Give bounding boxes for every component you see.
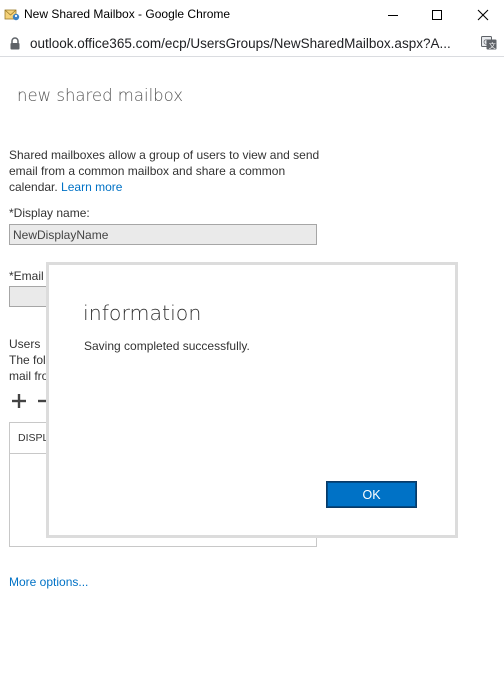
- mailbox-app-icon: [4, 9, 20, 21]
- lock-icon[interactable]: [9, 37, 21, 50]
- display-name-input[interactable]: [9, 224, 317, 245]
- intro-description: Shared mailboxes allow a group of users …: [9, 148, 320, 194]
- translate-icon[interactable]: G 文: [481, 35, 497, 51]
- close-button[interactable]: [460, 0, 504, 29]
- window-title: New Shared Mailbox - Google Chrome: [24, 7, 231, 21]
- learn-more-link[interactable]: Learn more: [61, 180, 122, 194]
- users-column-display-name[interactable]: DISPL: [18, 432, 48, 444]
- minimize-button[interactable]: [370, 0, 416, 29]
- information-dialog: information Saving completed successfull…: [46, 262, 458, 538]
- dialog-title: information: [83, 301, 202, 325]
- dialog-message: Saving completed successfully.: [84, 339, 250, 353]
- more-options-link[interactable]: More options...: [9, 575, 88, 589]
- users-description-line2: mail fro: [9, 369, 49, 383]
- maximize-icon: [432, 9, 442, 20]
- page-title: new shared mailbox: [17, 86, 183, 105]
- add-icon[interactable]: [11, 393, 27, 409]
- users-label: Users: [9, 337, 41, 351]
- maximize-button[interactable]: [414, 0, 460, 29]
- minimize-icon: [388, 14, 398, 16]
- display-name-label: *Display name:: [9, 206, 90, 220]
- window-titlebar: New Shared Mailbox - Google Chrome: [0, 0, 504, 29]
- url-text[interactable]: outlook.office365.com/ecp/UsersGroups/Ne…: [30, 36, 470, 51]
- svg-text:文: 文: [489, 41, 496, 50]
- users-description-line1: The fol: [9, 353, 46, 367]
- ok-button[interactable]: OK: [327, 482, 416, 507]
- address-bar: outlook.office365.com/ecp/UsersGroups/Ne…: [0, 29, 504, 57]
- close-icon: [477, 9, 489, 20]
- email-label: *Email: [9, 269, 44, 283]
- intro-text: Shared mailboxes allow a group of users …: [9, 147, 324, 195]
